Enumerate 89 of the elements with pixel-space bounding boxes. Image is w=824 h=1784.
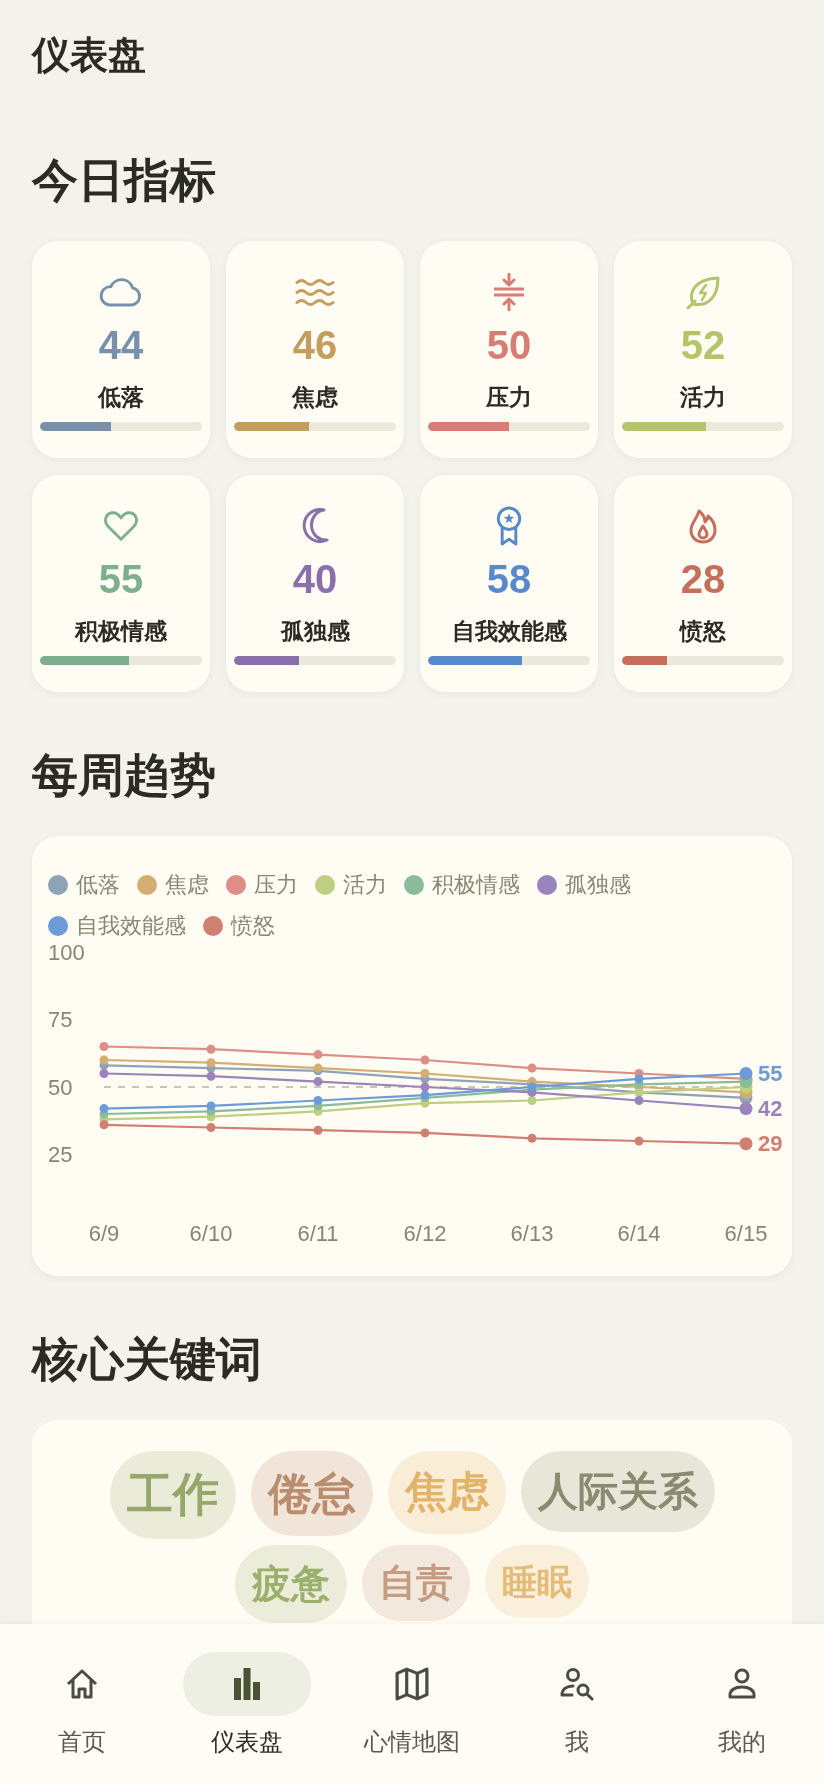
metric-value: 52 [680, 322, 726, 369]
x-axis-label: 6/13 [510, 1220, 554, 1246]
map-icon [395, 1667, 429, 1701]
nav-tab[interactable]: 仪表盘 [164, 1624, 330, 1784]
legend-label: 活力 [343, 872, 387, 898]
metric-label: 自我效能感 [451, 617, 567, 646]
point [313, 1050, 323, 1060]
page-title: 仪表盘 [32, 33, 146, 78]
x-axis-label: 6/10 [189, 1220, 233, 1246]
keyword-tag: 倦怠 [250, 1451, 373, 1537]
point [206, 1123, 216, 1132]
value-label: 42 [758, 1096, 783, 1122]
cloud-icon [99, 277, 143, 307]
metric-label: 愤怒 [680, 617, 726, 646]
x-axis-label: 6/14 [617, 1220, 661, 1246]
legend-label: 焦虑 [165, 872, 209, 898]
legend-label: 低落 [76, 872, 120, 898]
point [313, 1096, 323, 1105]
metric-value: 44 [98, 322, 144, 369]
point [527, 1096, 537, 1105]
point [99, 1104, 109, 1114]
metric-label: 积极情感 [75, 617, 167, 646]
point [420, 1128, 430, 1138]
metric-value: 46 [292, 322, 338, 369]
leaf-bolt-icon [686, 275, 720, 309]
y-axis-label: 50 [48, 1074, 73, 1100]
legend-label: 压力 [254, 872, 298, 898]
metric-label: 低落 [98, 383, 144, 412]
point [420, 1082, 430, 1092]
keyword-tag: 睡眠 [485, 1544, 589, 1619]
crescent-moon-icon [301, 508, 329, 544]
value-label: 55 [758, 1061, 783, 1086]
y-axis-label: 75 [48, 1007, 73, 1032]
point [206, 1058, 216, 1068]
point [313, 1125, 323, 1135]
metric-value: 28 [680, 556, 726, 603]
award-icon [494, 506, 524, 546]
point [206, 1071, 216, 1081]
metric-value: 50 [486, 322, 532, 369]
nav-tab[interactable]: 我 [494, 1624, 660, 1784]
metric-label: 孤独感 [280, 617, 350, 646]
point [99, 1069, 109, 1078]
section-title: 今日指标 [32, 153, 216, 208]
legend-label: 愤怒 [231, 913, 275, 939]
flame-icon [689, 508, 717, 544]
point [420, 1055, 430, 1065]
keyword-tag: 疲惫 [235, 1544, 347, 1623]
bar-chart-icon [234, 1668, 261, 1700]
point [99, 1055, 109, 1065]
point [634, 1096, 644, 1105]
point [634, 1136, 644, 1146]
keyword-tag: 工作 [109, 1451, 236, 1539]
nav-tab[interactable]: 首页 [0, 1624, 165, 1784]
metric-label: 活力 [680, 383, 726, 412]
home-icon [65, 1668, 100, 1700]
point [420, 1069, 430, 1078]
point [527, 1063, 537, 1073]
compress-icon [494, 273, 524, 311]
metric-value: 58 [486, 556, 532, 603]
section-title: 核心关键词 [32, 1332, 262, 1387]
metric-label: 压力 [486, 383, 532, 412]
value-label: 29 [758, 1131, 783, 1157]
point [313, 1077, 323, 1087]
point [99, 1120, 109, 1130]
metric-label: 焦虑 [292, 383, 338, 412]
heart-icon [103, 510, 139, 542]
section-title: 每周趋势 [32, 748, 216, 803]
nav-tab[interactable]: 我的 [659, 1624, 824, 1784]
x-axis-label: 6/9 [88, 1220, 120, 1246]
point [634, 1074, 644, 1084]
keyword-tag: 自责 [362, 1544, 470, 1621]
nav-tab[interactable]: 心情地图 [329, 1624, 495, 1784]
legend-label: 积极情感 [432, 872, 520, 898]
metric-value: 55 [98, 556, 144, 603]
y-axis-label: 25 [48, 1142, 73, 1167]
keyword-tag: 人际关系 [520, 1451, 715, 1532]
y-axis-label: 100 [48, 939, 85, 965]
legend-label: 孤独感 [565, 872, 631, 898]
keyword-tag: 焦虑 [387, 1451, 506, 1534]
x-axis-label: 6/15 [724, 1220, 768, 1246]
point [99, 1042, 109, 1051]
waves-icon [295, 276, 335, 308]
point [527, 1133, 537, 1143]
metric-value: 40 [292, 556, 338, 603]
legend-label: 自我效能感 [76, 913, 186, 939]
x-axis-label: 6/12 [403, 1220, 447, 1246]
point [206, 1044, 216, 1054]
point [206, 1101, 216, 1111]
x-axis-label: 6/11 [297, 1220, 339, 1246]
